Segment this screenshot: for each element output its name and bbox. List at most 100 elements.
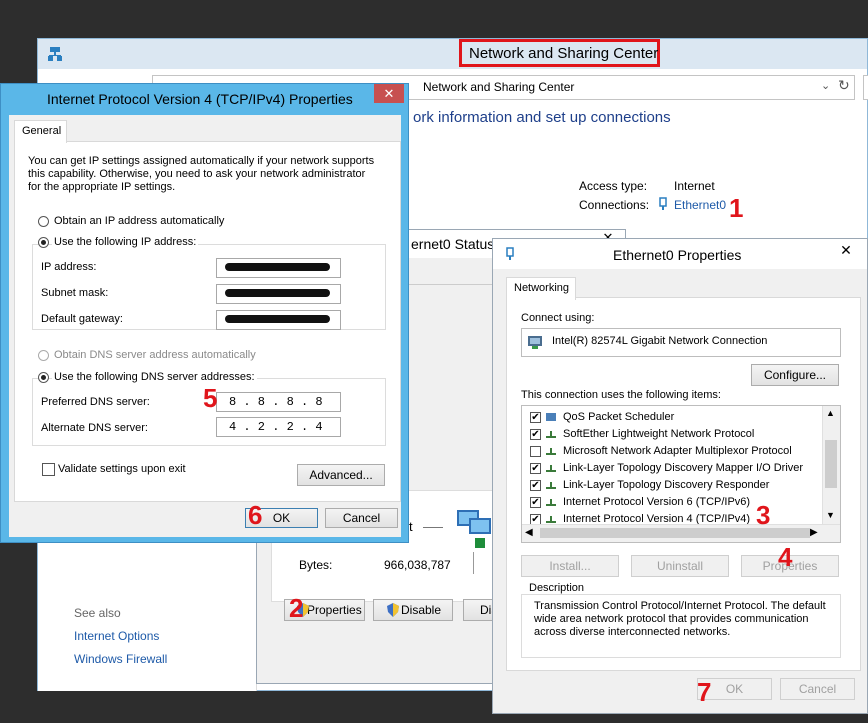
tab-networking-label: Networking (514, 282, 570, 294)
item-label: Internet Protocol Version 6 (TCP/IPv6) (563, 496, 751, 508)
use-following-dns-label: Use the following DNS server addresses: (52, 371, 257, 383)
install-button-label: Install... (549, 559, 591, 573)
eth-close-button[interactable]: ✕ (829, 239, 863, 261)
items-list-label: This connection uses the following items… (521, 389, 721, 401)
activity-line (423, 527, 443, 528)
scheduler-icon (546, 413, 556, 421)
item-checkbox[interactable]: ✔ (530, 412, 541, 423)
scroll-left-icon[interactable]: ◀ (525, 527, 533, 538)
obtain-ip-auto-radio[interactable] (38, 216, 49, 227)
scroll-down-icon[interactable]: ▼ (826, 510, 835, 520)
preferred-dns-label: Preferred DNS server: (41, 396, 150, 408)
connections-ethernet-link[interactable]: Ethernet0 (674, 198, 726, 212)
redaction-mark (225, 263, 330, 271)
item-checkbox[interactable]: ✔ (530, 429, 541, 440)
protocol-icon (546, 448, 556, 455)
preferred-dns-field[interactable]: 8 . 8 . 8 . 8 (216, 392, 341, 412)
item-checkbox[interactable]: ✔ (530, 463, 541, 474)
list-item[interactable]: Microsoft Network Adapter Multiplexor Pr… (526, 443, 826, 460)
nsc-address-text: Network and Sharing Center (423, 80, 575, 94)
redaction-mark (225, 315, 330, 323)
status-disable-button[interactable]: Disable (373, 599, 453, 621)
ethernet-properties-dialog: Ethernet0 Properties ✕ Networking Connec… (492, 238, 868, 714)
ipv4-cancel-button[interactable]: Cancel (325, 508, 398, 528)
default-gateway-field[interactable] (216, 310, 341, 330)
access-type-value: Internet (674, 179, 715, 193)
description-label: Description (527, 582, 587, 594)
eth-dialog-title: Ethernet0 Properties (613, 247, 742, 263)
advanced-button-label: Advanced... (309, 468, 373, 482)
list-item[interactable]: ✔ Link-Layer Topology Discovery Mapper I/… (526, 460, 826, 477)
item-label: Link-Layer Topology Discovery Responder (563, 479, 770, 491)
windows-firewall-link[interactable]: Windows Firewall (74, 652, 167, 666)
description-text: Transmission Control Protocol/Internet P… (534, 600, 826, 638)
network-icon (48, 47, 62, 61)
refresh-icon[interactable]: ↻ (838, 77, 850, 94)
preferred-dns-value: 8 . 8 . 8 . 8 (229, 395, 323, 409)
bytes-value: 966,038,787 (384, 558, 451, 572)
list-item[interactable]: ✔ Internet Protocol Version 6 (TCP/IPv6) (526, 494, 826, 511)
alternate-dns-field[interactable]: 4 . 2 . 2 . 4 (216, 417, 341, 437)
step-number-3: 3 (756, 500, 771, 530)
nsc-window-title: Network and Sharing Center (469, 45, 659, 62)
use-following-ip-label: Use the following IP address: (52, 236, 199, 248)
chevron-down-icon[interactable]: ⌄ (821, 79, 830, 92)
items-horizontal-scrollbar[interactable]: ◀ ▶ (522, 524, 840, 542)
nsc-heading: ork information and set up connections (413, 109, 671, 126)
bytes-label: Bytes: (299, 558, 333, 572)
configure-button[interactable]: Configure... (751, 364, 839, 386)
ipv4-close-button[interactable]: ✕ (374, 84, 404, 103)
ethernet-icon (506, 247, 514, 260)
scroll-up-icon[interactable]: ▲ (826, 408, 835, 418)
step-number-5: 5 (203, 383, 218, 413)
ipv4-dialog-title: Internet Protocol Version 4 (TCP/IPv4) P… (47, 91, 353, 107)
alternate-dns-value: 4 . 2 . 2 . 4 (229, 420, 323, 434)
bytes-divider (473, 552, 474, 574)
subnet-mask-field[interactable] (216, 284, 341, 304)
default-gateway-label: Default gateway: (41, 313, 123, 325)
obtain-dns-auto-label: Obtain DNS server address automatically (54, 349, 256, 361)
obtain-ip-auto-label: Obtain an IP address automatically (54, 215, 225, 227)
use-following-dns-radio[interactable] (38, 372, 49, 383)
connect-using-label: Connect using: (521, 312, 595, 324)
install-button[interactable]: Install... (521, 555, 619, 577)
protocol-icon (546, 516, 556, 523)
ipv4-properties-dialog: Internet Protocol Version 4 (TCP/IPv4) P… (0, 83, 409, 543)
scroll-right-icon[interactable]: ▶ (810, 527, 818, 538)
eth-cancel-button[interactable]: Cancel (780, 678, 855, 700)
status-t-char: t (409, 519, 413, 534)
item-checkbox[interactable]: ✔ (530, 497, 541, 508)
nsc-sidebar (38, 539, 256, 691)
status-window-title: ernet0 Status (411, 236, 495, 252)
uninstall-button[interactable]: Uninstall (631, 555, 729, 577)
step-number-6: 6 (248, 500, 263, 530)
list-item[interactable]: ✔ Link-Layer Topology Discovery Responder (526, 477, 826, 494)
status-properties-label: Properties (307, 603, 362, 617)
uninstall-button-label: Uninstall (656, 559, 704, 573)
ip-address-field[interactable] (216, 258, 341, 278)
scroll-thumb[interactable] (825, 440, 837, 488)
use-following-ip-radio[interactable] (38, 237, 49, 248)
subnet-mask-label: Subnet mask: (41, 287, 109, 299)
item-checkbox[interactable] (530, 446, 541, 457)
adapter-name: Intel(R) 82574L Gigabit Network Connecti… (552, 335, 768, 347)
step-number-1: 1 (729, 193, 744, 223)
items-list[interactable]: ✔ QoS Packet Scheduler ✔ SoftEther Lightwe… (521, 405, 841, 543)
items-vertical-scrollbar[interactable]: ▲ ▼ (822, 406, 840, 525)
internet-options-link[interactable]: Internet Options (74, 629, 159, 643)
item-checkbox[interactable]: ✔ (530, 480, 541, 491)
obtain-dns-auto-radio[interactable] (38, 350, 49, 361)
eth-cancel-label: Cancel (798, 682, 837, 696)
validate-settings-checkbox[interactable] (42, 463, 55, 476)
alternate-dns-label: Alternate DNS server: (41, 422, 148, 434)
advanced-button[interactable]: Advanced... (297, 464, 385, 486)
nsc-search-box[interactable] (863, 75, 868, 100)
step-number-4: 4 (778, 542, 793, 572)
list-item[interactable]: ✔ SoftEther Lightweight Network Protocol (526, 426, 826, 443)
nsc-titlebar[interactable] (38, 39, 867, 69)
configure-button-label: Configure... (763, 368, 827, 382)
ipv4-ok-label: OK (272, 511, 291, 525)
shield-icon (387, 603, 399, 617)
item-label: QoS Packet Scheduler (563, 411, 675, 423)
list-item[interactable]: ✔ QoS Packet Scheduler (526, 409, 826, 426)
